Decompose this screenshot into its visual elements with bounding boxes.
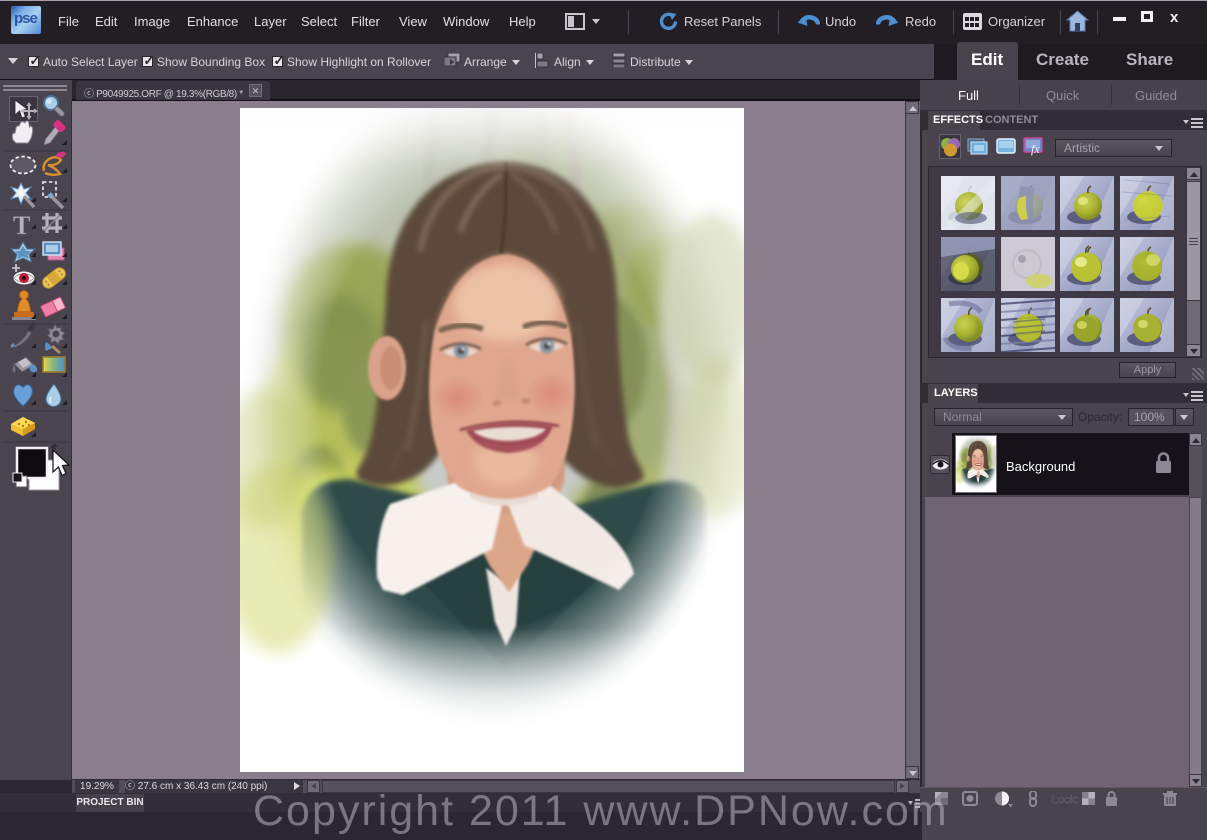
svg-text:Lock:: Lock: [1052,794,1078,806]
svg-text:fx: fx [1031,142,1040,156]
svg-text:T: T [13,211,30,240]
